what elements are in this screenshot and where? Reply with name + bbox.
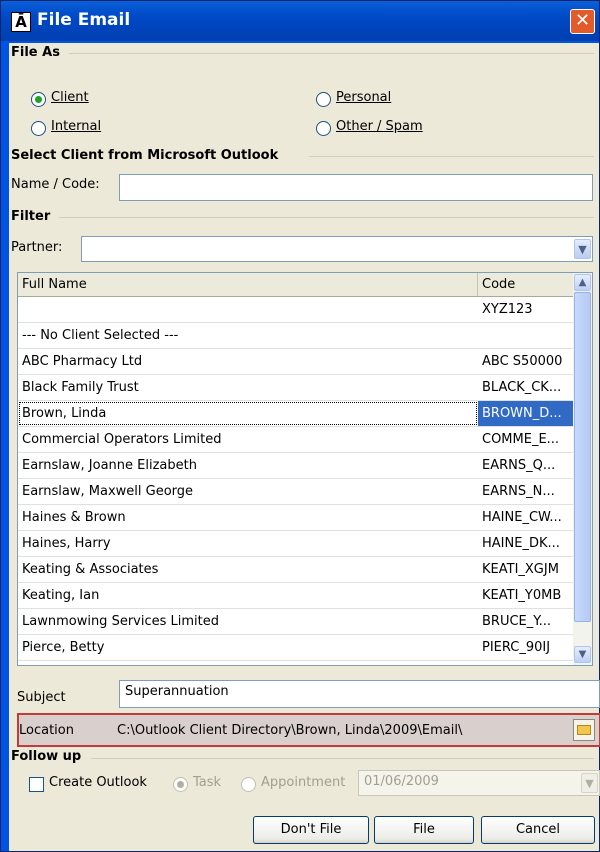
filter-heading: Filter (11, 209, 57, 224)
create-outlook-label[interactable]: Create Outlook (49, 775, 147, 790)
full-name-cell[interactable]: Pierce, Frank (18, 661, 478, 665)
table-row[interactable]: Earnslaw, Maxwell George EARNS_N... (18, 479, 574, 505)
table-row[interactable]: Earnslaw, Joanne Elizabeth EARNS_Q... (18, 453, 574, 479)
scroll-down-button[interactable]: ▼ (574, 646, 591, 663)
full-name-cell[interactable]: Haines, Harry (18, 531, 478, 556)
file-as-heading: File As (11, 45, 66, 60)
close-button[interactable]: ✕ (570, 9, 595, 34)
other-spam-radio[interactable] (316, 121, 331, 136)
partner-dropdown-arrow[interactable]: ▼ (574, 239, 591, 259)
partner-dropdown[interactable] (81, 236, 593, 262)
table-row[interactable]: Lawnmowing Services Limited BRUCE_Y... (18, 609, 574, 635)
select-client-heading: Select Client from Microsoft Outlook (11, 148, 285, 163)
scroll-up-button[interactable]: ▲ (574, 274, 591, 291)
filter-divider (59, 217, 594, 218)
follow-up-heading: Follow up (11, 749, 88, 764)
code-cell[interactable]: HAINE_CW... (478, 505, 574, 530)
client-list-scrollbar[interactable]: ▲ ▼ (573, 273, 592, 665)
client-radio-label[interactable]: Client (51, 90, 89, 105)
personal-radio-label[interactable]: Personal (336, 90, 391, 105)
code-cell[interactable]: BLACK_CK... (478, 375, 574, 400)
code-cell[interactable]: EARNS_N... (478, 479, 574, 504)
date-dropdown-arrow[interactable]: ▼ (581, 773, 598, 793)
task-label[interactable]: Task (193, 775, 221, 790)
internal-radio-label[interactable]: Internal (51, 119, 101, 134)
full-name-cell[interactable]: Haines & Brown (18, 505, 478, 530)
client-list[interactable]: Full Name Code XYZ123 --- No Client Selec… (17, 272, 593, 666)
table-row[interactable]: Brown, Linda BROWN_D... (18, 401, 574, 427)
file-button[interactable]: File (374, 816, 474, 844)
other-spam-radio-label[interactable]: Other / Spam (336, 119, 423, 134)
full-name-cell[interactable]: ABC Pharmacy Ltd (18, 349, 478, 374)
follow-up-date[interactable]: 01/06/2009 (358, 770, 600, 796)
dialog-body: File As Client Personal Internal Other /… (9, 43, 600, 851)
full-name-cell[interactable]: Keating & Associates (18, 557, 478, 582)
personal-radio[interactable] (316, 92, 331, 107)
full-name-cell[interactable]: Earnslaw, Joanne Elizabeth (18, 453, 478, 478)
full-name-cell[interactable]: Brown, Linda (18, 401, 478, 426)
app-icon: Ā (11, 12, 31, 32)
code-cell[interactable]: XYZ123 (478, 297, 574, 322)
grid-header: Full Name Code (18, 273, 574, 297)
code-cell[interactable]: PIERC_8N96 (478, 661, 574, 665)
client-radio[interactable] (31, 92, 46, 107)
table-row[interactable]: Haines & Brown HAINE_CW... (18, 505, 574, 531)
full-name-cell[interactable]: Black Family Trust (18, 375, 478, 400)
browse-folder-button[interactable] (573, 719, 595, 741)
full-name-cell[interactable]: --- No Client Selected --- (18, 323, 478, 348)
full-name-cell[interactable]: Keating, Ian (18, 583, 478, 608)
table-row[interactable]: Black Family Trust BLACK_CK... (18, 375, 574, 401)
title-bar[interactable]: Ā File Email ✕ (1, 1, 599, 41)
full-name-column-header[interactable]: Full Name (18, 273, 478, 296)
name-code-label: Name / Code: (11, 177, 100, 192)
table-row[interactable]: XYZ123 (18, 297, 574, 323)
full-name-cell[interactable]: Pierce, Betty (18, 635, 478, 660)
appointment-label[interactable]: Appointment (261, 775, 345, 790)
file-as-divider (69, 53, 594, 54)
table-row[interactable]: --- No Client Selected --- (18, 323, 574, 349)
cancel-button[interactable]: Cancel (481, 816, 595, 844)
full-name-cell[interactable]: Lawnmowing Services Limited (18, 609, 478, 634)
code-column-header[interactable]: Code (478, 273, 574, 296)
subject-input[interactable]: Superannuation (119, 680, 600, 708)
internal-radio[interactable] (31, 121, 46, 136)
partner-label: Partner: (11, 240, 63, 255)
full-name-cell[interactable]: Earnslaw, Maxwell George (18, 479, 478, 504)
file-email-window: Ā File Email ✕ File As Client Personal I… (0, 0, 600, 852)
scroll-thumb[interactable] (574, 292, 591, 622)
table-row[interactable]: Keating & Associates KEATI_XGJM (18, 557, 574, 583)
code-cell[interactable]: KEATI_XGJM (478, 557, 574, 582)
table-row[interactable]: ABC Pharmacy Ltd ABC S50000 (18, 349, 574, 375)
full-name-cell[interactable]: Commercial Operators Limited (18, 427, 478, 452)
table-row[interactable]: Keating, Ian KEATI_Y0MB (18, 583, 574, 609)
dont-file-button[interactable]: Don't File (253, 816, 369, 844)
location-path: C:\Outlook Client Directory\Brown, Linda… (117, 723, 463, 738)
code-cell[interactable]: COMME_E... (478, 427, 574, 452)
code-cell[interactable]: HAINE_DK... (478, 531, 574, 556)
follow-up-divider (91, 758, 594, 759)
code-cell[interactable]: BROWN_D... (478, 401, 574, 426)
subject-label: Subject (17, 690, 66, 705)
name-code-input[interactable] (119, 174, 593, 201)
code-cell[interactable]: ABC S50000 (478, 349, 574, 374)
code-cell[interactable]: KEATI_Y0MB (478, 583, 574, 608)
code-cell[interactable]: EARNS_Q... (478, 453, 574, 478)
full-name-cell[interactable] (18, 297, 478, 322)
appointment-radio[interactable] (241, 777, 256, 792)
create-outlook-checkbox[interactable] (29, 777, 44, 792)
location-bar: Location C:\Outlook Client Directory\Bro… (17, 713, 600, 747)
folder-icon (577, 725, 591, 735)
code-cell[interactable]: PIERC_90IJ (478, 635, 574, 660)
table-row[interactable]: Commercial Operators Limited COMME_E... (18, 427, 574, 453)
select-client-divider (309, 156, 594, 157)
table-row[interactable]: Pierce, FrankPIERC_8N96 (18, 661, 574, 665)
location-label: Location (19, 723, 74, 738)
window-title: File Email (37, 10, 131, 30)
task-radio[interactable] (173, 777, 188, 792)
code-cell[interactable] (478, 323, 574, 348)
table-row[interactable]: Pierce, Betty PIERC_90IJ (18, 635, 574, 661)
table-row[interactable]: Haines, Harry HAINE_DK... (18, 531, 574, 557)
code-cell[interactable]: BRUCE_Y... (478, 609, 574, 634)
